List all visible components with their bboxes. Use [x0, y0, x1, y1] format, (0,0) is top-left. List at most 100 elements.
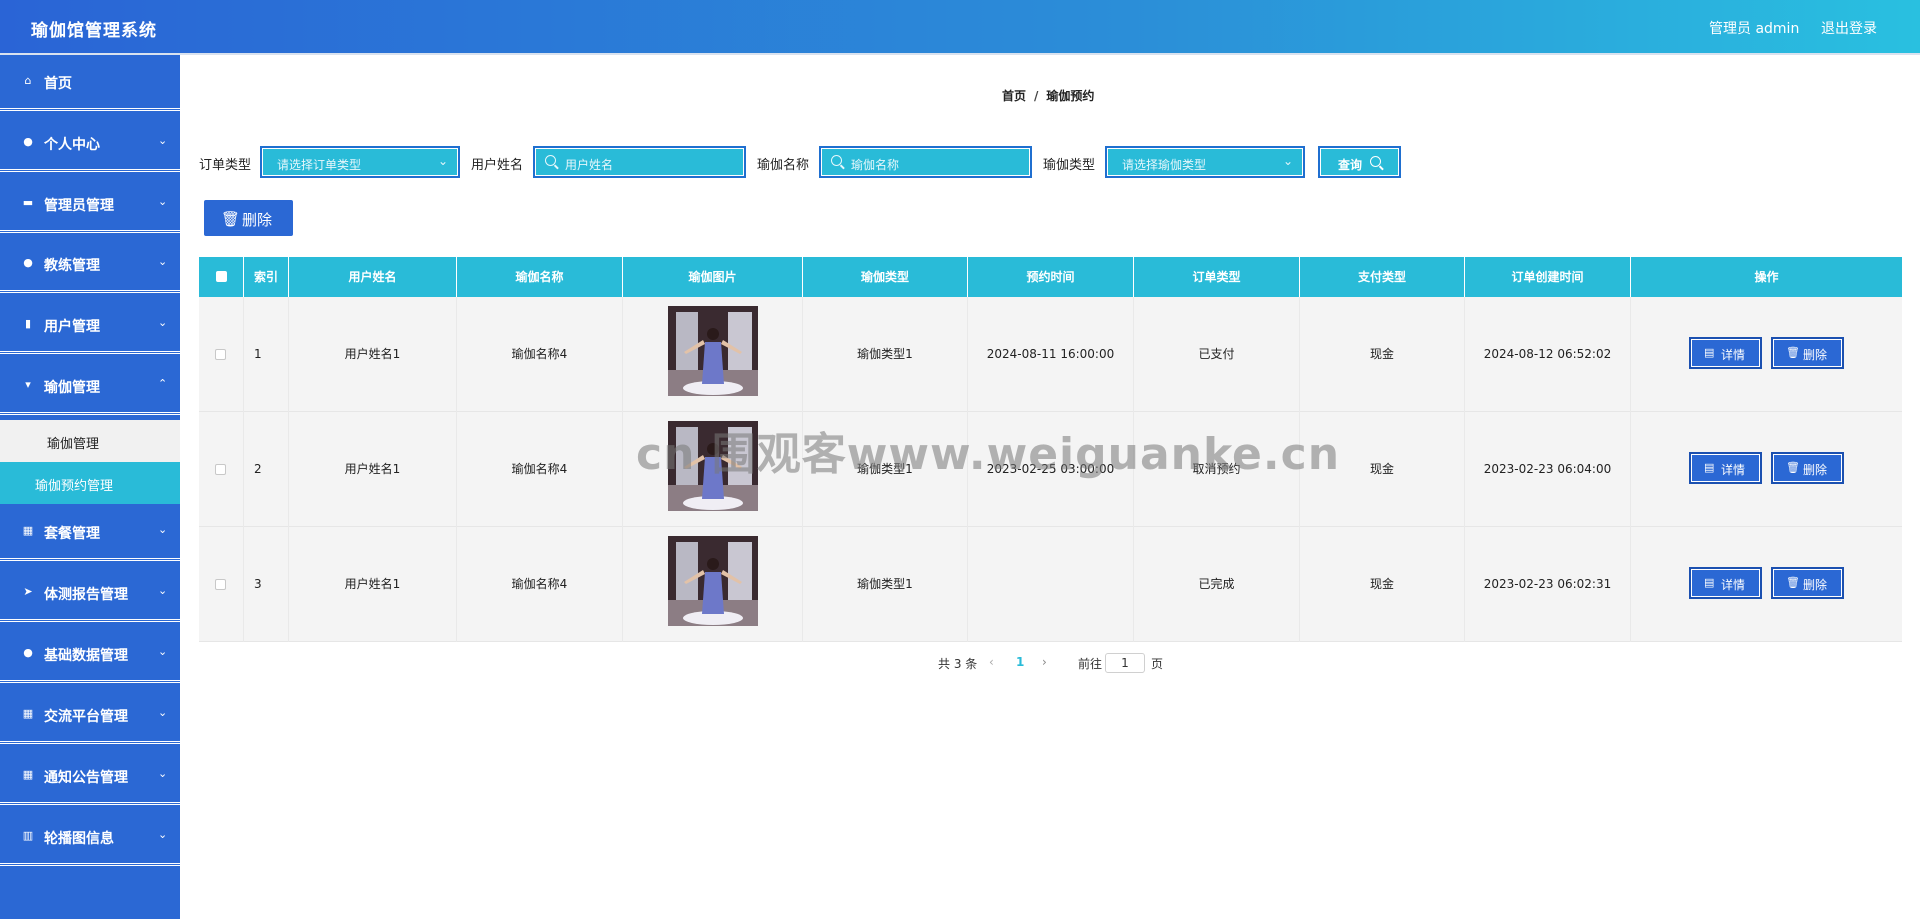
user-name-placeholder: 用户姓名	[565, 158, 614, 172]
sidebar-item-carousel[interactable]: ▥ 轮播图信息 ⌄	[0, 810, 180, 866]
pay-type-cell: 现金	[1300, 412, 1465, 527]
top-header: 瑜伽馆管理系统 管理员 admin 退出登录	[0, 0, 1920, 55]
index-cell: 3	[244, 527, 289, 642]
actions-cell	[1631, 412, 1902, 527]
chevron-left-icon[interactable]: ‹	[989, 655, 994, 669]
pagination-page[interactable]: 1	[1016, 655, 1024, 669]
sidebar-item-fitness-report[interactable]: ➤ 体测报告管理 ⌄	[0, 566, 180, 622]
pagination-goto-input[interactable]: 1	[1105, 653, 1145, 673]
sidebar-item-yoga[interactable]: ▾ 瑜伽管理 ⌃	[0, 359, 180, 415]
bulk-delete-button[interactable]: 🗑︎ 删除	[204, 200, 293, 236]
chevron-down-icon: ⌄	[158, 195, 168, 208]
detail-button[interactable]: ▤ 详情	[1689, 452, 1762, 484]
detail-button[interactable]: ▤ 详情	[1689, 567, 1762, 599]
document-icon: ▤	[1704, 576, 1715, 589]
send-icon: ➤	[23, 585, 33, 598]
grid-icon: ▦	[22, 707, 34, 720]
delete-button-label: 删除	[1803, 348, 1828, 362]
sidebar-item-label: 体测报告管理	[44, 587, 128, 603]
yoga-image	[668, 421, 758, 511]
booking-time-cell	[968, 527, 1134, 642]
trash-icon: 🗑︎	[1786, 461, 1800, 474]
breadcrumb-separator: /	[1034, 89, 1039, 103]
actions-cell	[1631, 297, 1902, 412]
user-name-label: 用户姓名	[471, 158, 524, 173]
column-header: 预约时间	[968, 257, 1134, 297]
table-row: 2 用户姓名1 瑜伽名称4 瑜伽类型1 2023-02-25 03:00:00 …	[199, 412, 1902, 527]
index-cell: 2	[244, 412, 289, 527]
sidebar-subitem-label: 瑜伽管理	[47, 437, 100, 452]
column-header: 瑜伽图片	[623, 257, 803, 297]
column-header: 用户姓名	[289, 257, 457, 297]
row-checkbox[interactable]	[215, 464, 226, 475]
sidebar-item-notice[interactable]: ▦ 通知公告管理 ⌄	[0, 749, 180, 805]
query-button[interactable]: 查询	[1318, 146, 1401, 178]
user-name-cell: 用户姓名1	[289, 412, 457, 527]
yoga-name-placeholder: 瑜伽名称	[851, 158, 900, 172]
order-type-cell: 取消预约	[1134, 412, 1300, 527]
created-time-cell: 2023-02-23 06:04:00	[1465, 412, 1631, 527]
document-icon: ▤	[1704, 461, 1715, 474]
sidebar-item-basic-data[interactable]: ● 基础数据管理 ⌄	[0, 627, 180, 683]
sidebar-item-label: 教练管理	[44, 258, 100, 274]
row-checkbox[interactable]	[215, 349, 226, 360]
delete-button[interactable]: 🗑︎ 删除	[1771, 337, 1844, 369]
user-icon: ●	[23, 135, 33, 148]
booking-time-cell: 2024-08-11 16:00:00	[968, 297, 1134, 412]
document-icon: ▤	[1704, 346, 1715, 359]
sidebar-item-label: 通知公告管理	[44, 770, 128, 786]
index-cell: 1	[244, 297, 289, 412]
sidebar-subitem-yoga[interactable]: 瑜伽管理	[0, 420, 180, 462]
detail-button[interactable]: ▤ 详情	[1689, 337, 1762, 369]
yoga-name-cell: 瑜伽名称4	[457, 412, 623, 527]
column-header: 操作	[1754, 270, 1779, 284]
select-all-cell	[199, 257, 244, 297]
select-all-checkbox[interactable]	[216, 271, 227, 282]
sidebar-item-home[interactable]: ⌂ 首页	[0, 55, 180, 111]
yoga-name-input[interactable]: 瑜伽名称	[819, 146, 1032, 178]
breadcrumb-home[interactable]: 首页	[1002, 89, 1026, 103]
sidebar-subitem-yoga-booking[interactable]: 瑜伽预约管理	[0, 462, 180, 504]
chevron-down-icon: ⌄	[437, 154, 448, 168]
chevron-down-icon: ⌄	[158, 767, 168, 780]
table-row: 3 用户姓名1 瑜伽名称4 瑜伽类型1 已完成 现金 2023-02-23 06…	[199, 527, 1902, 642]
column-header: 索引	[244, 257, 289, 297]
pagination-goto-label: 前往	[1078, 657, 1103, 671]
delete-button[interactable]: 🗑︎ 删除	[1771, 567, 1844, 599]
breadcrumb: 首页 / 瑜伽预约	[1002, 87, 1094, 104]
chevron-down-icon: ⌄	[158, 316, 168, 329]
logout-link[interactable]: 退出登录	[1821, 18, 1877, 38]
sidebar-item-coach[interactable]: ● 教练管理 ⌄	[0, 237, 180, 293]
delete-button[interactable]: 🗑︎ 删除	[1771, 452, 1844, 484]
search-icon	[831, 155, 842, 166]
sidebar-item-label: 管理员管理	[44, 198, 114, 214]
yoga-type-select[interactable]: 请选择瑜伽类型 ⌄	[1105, 146, 1305, 178]
yoga-name-cell: 瑜伽名称4	[457, 297, 623, 412]
pay-type-cell: 现金	[1300, 297, 1465, 412]
sidebar-item-users[interactable]: ▮ 用户管理 ⌄	[0, 298, 180, 354]
sidebar-item-admin[interactable]: ▬ 管理员管理 ⌄	[0, 177, 180, 233]
sidebar-item-forum[interactable]: ▦ 交流平台管理 ⌄	[0, 688, 180, 744]
clipboard-icon: ▮	[24, 317, 32, 330]
pagination-page-suffix: 页	[1151, 657, 1164, 671]
user-name-cell: 用户姓名1	[289, 527, 457, 642]
chevron-up-icon: ⌃	[158, 377, 168, 390]
sidebar-item-package[interactable]: ▦ 套餐管理 ⌄	[0, 505, 180, 561]
order-type-select[interactable]: 请选择订单类型 ⌄	[260, 146, 460, 178]
delete-button-label: 删除	[1803, 578, 1828, 592]
trash-icon: 🗑︎	[1786, 346, 1800, 359]
yoga-type-cell: 瑜伽类型1	[803, 527, 968, 642]
row-select-cell	[199, 412, 244, 527]
actions-cell	[1631, 527, 1902, 642]
grid-icon: ▦	[22, 768, 34, 781]
column-header: 瑜伽类型	[803, 257, 968, 297]
chevron-right-icon[interactable]: ›	[1042, 655, 1047, 669]
sidebar-item-personal-center[interactable]: ● 个人中心 ⌄	[0, 116, 180, 172]
user-name-input[interactable]: 用户姓名	[533, 146, 746, 178]
order-type-placeholder: 请选择订单类型	[277, 158, 362, 172]
yoga-image	[668, 306, 758, 396]
chevron-down-icon: ⌄	[158, 134, 168, 147]
column-header: 支付类型	[1300, 257, 1465, 297]
grid-icon: ▦	[22, 524, 34, 537]
row-checkbox[interactable]	[215, 579, 226, 590]
